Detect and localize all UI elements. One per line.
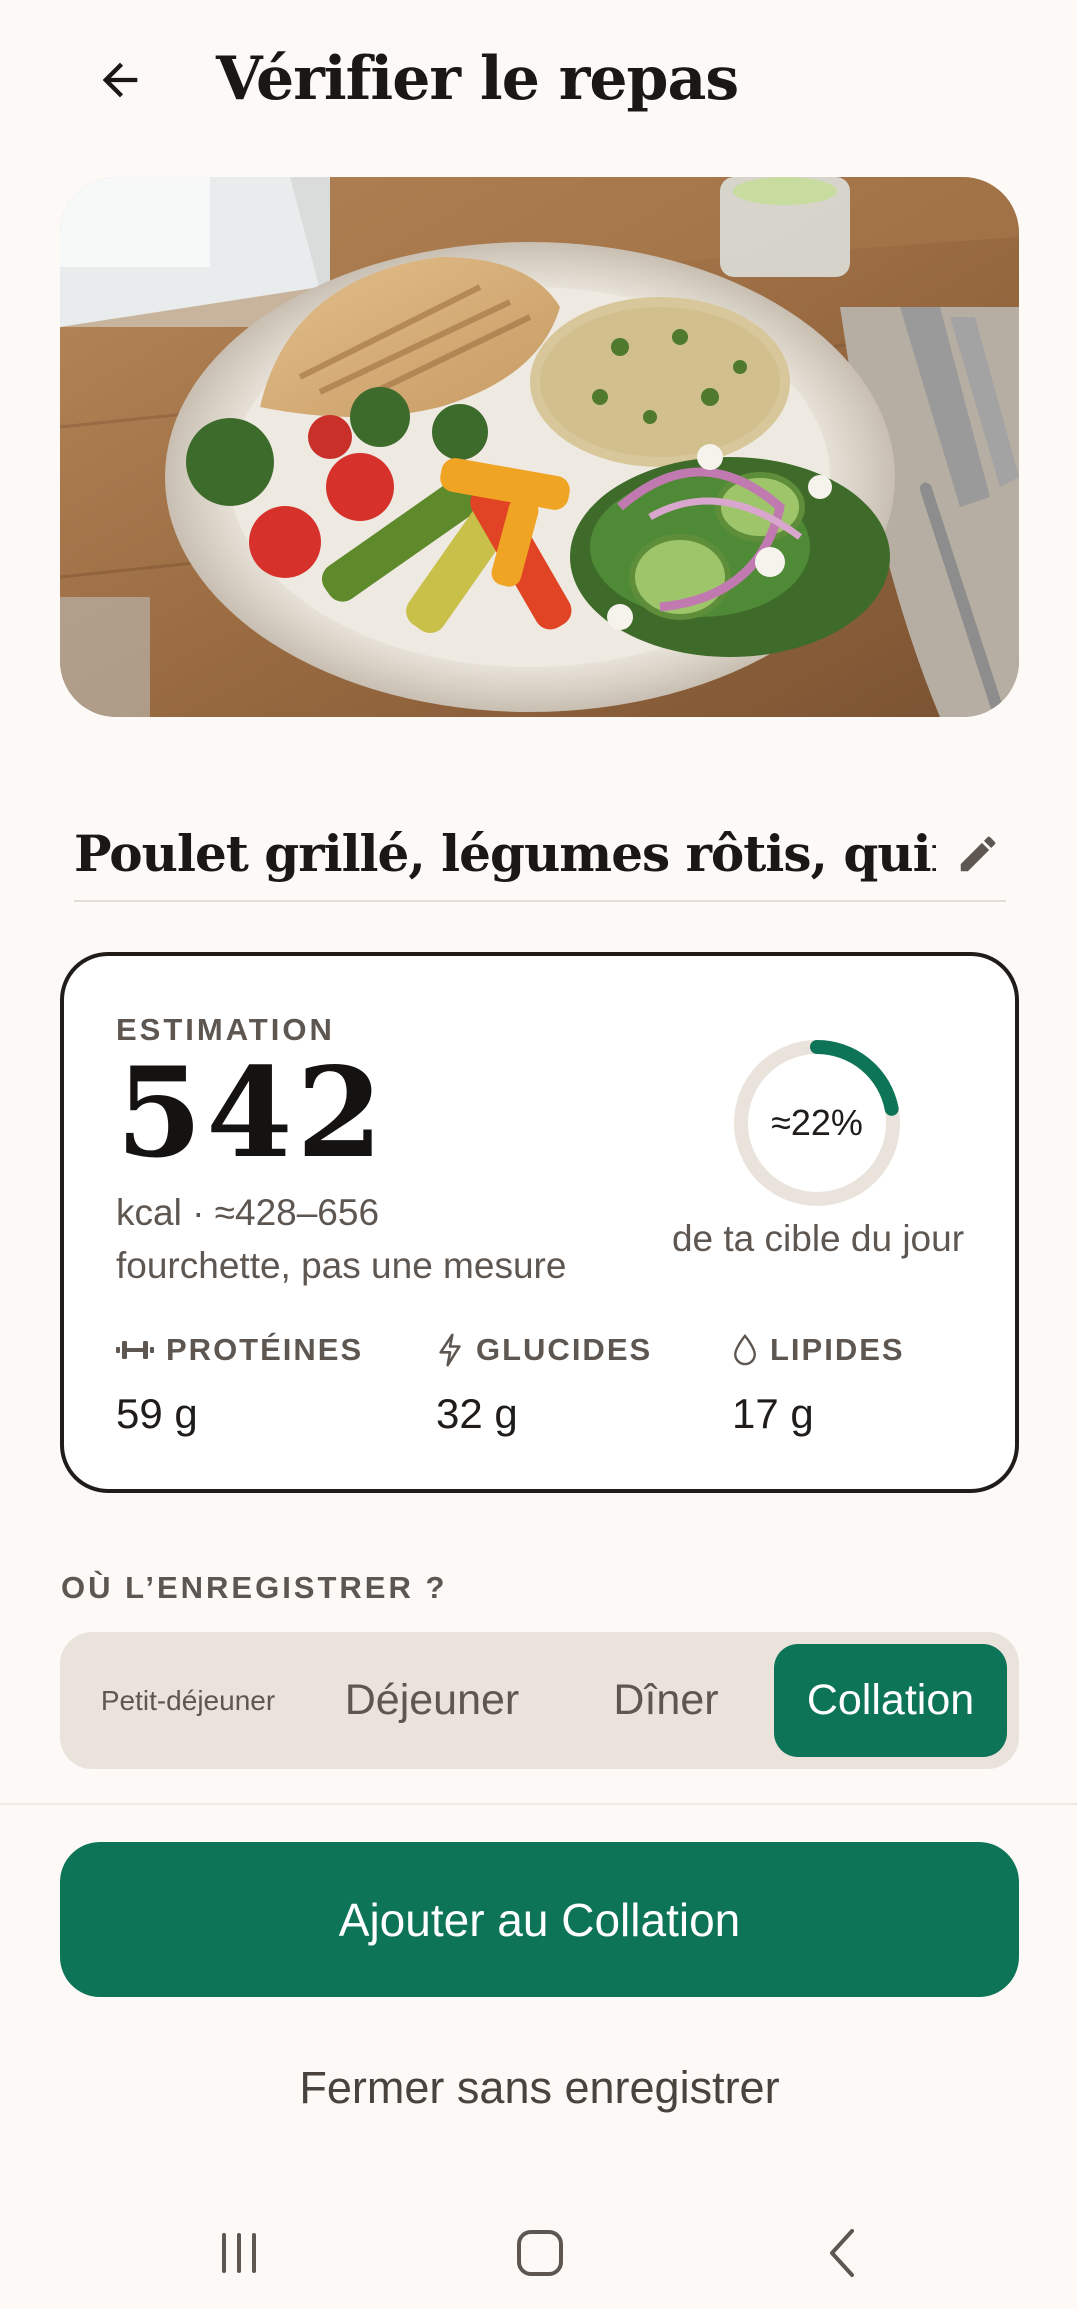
divider — [0, 1803, 1077, 1805]
daily-target-percent: ≈22% — [771, 1102, 863, 1143]
home-button[interactable] — [495, 2208, 585, 2298]
macro-protein-value: 59 g — [116, 1390, 198, 1437]
macro-protein-label: PROTÉINES — [166, 1332, 364, 1367]
macro-carbs-value: 32 g — [436, 1390, 518, 1437]
daily-target-ring: ≈22% — [730, 1036, 904, 1210]
meal-name-field[interactable]: Poulet grillé, légumes rôtis, quinoa — [74, 806, 1006, 902]
macro-fat-label: LIPIDES — [770, 1332, 905, 1367]
close-without-saving-button[interactable]: Fermer sans enregistrer — [60, 2048, 1019, 2128]
droplet-icon — [734, 1334, 756, 1366]
meal-type-selector: Petit-déjeuner Déjeuner Dîner Collation — [60, 1632, 1019, 1769]
macro-carbs-label: GLUCIDES — [476, 1332, 653, 1367]
range-disclaimer: fourchette, pas une mesure — [116, 1245, 567, 1286]
meal-type-breakfast[interactable]: Petit-déjeuner — [88, 1644, 288, 1757]
back-button[interactable] — [88, 48, 152, 112]
dumbbell-icon — [116, 1341, 154, 1359]
system-navigation-bar — [0, 2190, 1077, 2309]
recent-apps-icon — [222, 2233, 256, 2273]
macro-carbs: GLUCIDES 32 g — [436, 1330, 652, 1438]
pencil-icon — [960, 836, 996, 872]
meal-type-snack[interactable]: Collation — [774, 1644, 1007, 1757]
add-to-meal-button[interactable]: Ajouter au Collation — [60, 1842, 1019, 1997]
estimation-card: ESTIMATION 542 kcal · ≈428–656 fourchett… — [60, 952, 1019, 1493]
calories-value: 542 — [116, 1041, 387, 1186]
macro-protein: PROTÉINES 59 g — [116, 1330, 363, 1438]
meal-photo — [60, 177, 1019, 717]
page-title: Vérifier le repas — [216, 44, 739, 114]
nav-back-button[interactable] — [799, 2208, 889, 2298]
top-app-bar: Vérifier le repas — [0, 0, 1077, 165]
lightning-icon — [439, 1333, 461, 1367]
meal-type-dinner[interactable]: Dîner — [566, 1644, 766, 1757]
home-icon — [517, 2230, 563, 2276]
arrow-left-icon — [102, 62, 138, 98]
macro-fat: LIPIDES 17 g — [732, 1330, 905, 1438]
meal-type-lunch[interactable]: Déjeuner — [318, 1644, 546, 1757]
daily-target-caption: de ta cible du jour — [671, 1218, 965, 1259]
recent-apps-button[interactable] — [194, 2208, 284, 2298]
macro-fat-value: 17 g — [732, 1390, 814, 1437]
meal-name: Poulet grillé, légumes rôtis, quinoa — [74, 824, 936, 883]
save-location-label: OÙ L’ENREGISTRER ? — [61, 1570, 448, 1605]
nav-back-icon — [830, 2229, 854, 2277]
edit-meal-name-button[interactable] — [950, 826, 1006, 882]
calories-range: kcal · ≈428–656 — [116, 1192, 380, 1233]
